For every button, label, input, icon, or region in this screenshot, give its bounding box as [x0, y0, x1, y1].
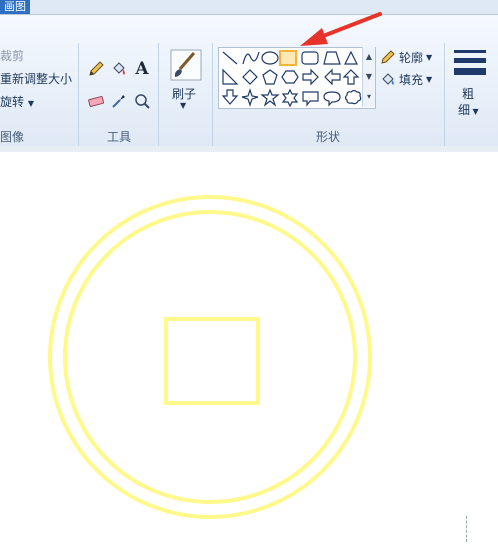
shapes-gallery — [218, 47, 376, 109]
fill-bucket-icon — [382, 73, 394, 85]
square — [164, 317, 260, 405]
pencil-icon[interactable] — [86, 59, 106, 79]
image-group-label: 图像 — [0, 130, 25, 144]
chevron-down-icon: ▼ — [426, 74, 433, 84]
five-point-star-shape-icon — [260, 88, 280, 107]
fill-label: 填充 — [399, 72, 424, 87]
shapes-group-label: 形状 — [316, 130, 341, 144]
rectangle-shape-icon — [279, 50, 297, 66]
crop-label: 裁剪 — [0, 49, 25, 63]
rotate-button[interactable]: 旋转 ▼ — [0, 93, 34, 110]
polygon-shape-icon — [323, 51, 341, 65]
drawing-canvas[interactable] — [0, 152, 498, 557]
outer-circle — [48, 195, 372, 519]
size-button[interactable]: 粗 细 ▼ — [450, 47, 490, 117]
tools-group-label: 工具 — [107, 130, 132, 144]
size-label-top: 粗 — [462, 87, 475, 101]
size-label-bottom: 细 ▼ — [458, 103, 479, 117]
app-tab[interactable]: 画图 — [0, 0, 30, 14]
pentagon-shape-icon — [262, 69, 278, 85]
text-icon[interactable]: A — [132, 59, 152, 79]
chevron-down-icon: ▼ — [426, 52, 433, 62]
ribbon: 裁剪 重新调整大小 旋转 ▼ 图像 A 工具 刷子 ▼ ▲ ▼ ▾ 轮廓 ▼ 填… — [0, 15, 498, 155]
outline-icon — [381, 50, 395, 64]
crop-button[interactable]: 裁剪 — [0, 47, 24, 64]
fill-icon[interactable] — [109, 59, 129, 79]
curve-shape-icon — [242, 51, 260, 65]
divider — [78, 43, 79, 155]
line-width-icon — [454, 50, 486, 75]
resize-label: 重新调整大小 — [0, 72, 73, 86]
hexagon-shape-icon — [281, 70, 299, 84]
brush-button[interactable]: 刷子 ▼ — [166, 47, 206, 113]
outline-label: 轮廓 — [399, 50, 424, 65]
arrow-right-shape-icon — [302, 68, 319, 86]
chevron-down-icon: ▼ — [27, 99, 34, 108]
title-bar: 画图 — [0, 0, 498, 15]
brush-label: 刷子 — [172, 87, 197, 101]
brush-icon — [170, 49, 202, 81]
right-triangle-shape-icon — [222, 68, 239, 85]
chevron-down-icon: ▼ — [180, 101, 187, 110]
rounded-rectangle-shape-icon — [301, 51, 319, 65]
triangle-shape-icon — [344, 50, 358, 65]
callout-cloud-shape-icon — [344, 89, 362, 105]
four-point-star-shape-icon — [241, 88, 259, 107]
rotate-label: 旋转 — [0, 95, 25, 109]
line-shape-icon — [222, 51, 238, 65]
scroll-down-icon[interactable]: ▼ — [363, 67, 375, 87]
expand-gallery-icon[interactable]: ▾ — [363, 87, 375, 107]
eraser-icon[interactable] — [86, 91, 106, 111]
inner-circle — [63, 210, 357, 504]
scroll-up-icon[interactable]: ▲ — [363, 47, 375, 67]
outline-button[interactable]: 轮廓 ▼ — [380, 48, 432, 66]
color-picker-icon[interactable] — [109, 91, 129, 111]
canvas-resize-handle[interactable] — [466, 516, 468, 542]
magnifier-icon[interactable] — [132, 91, 152, 111]
arrow-down-shape-icon — [221, 89, 239, 105]
oval-shape-icon — [261, 51, 279, 65]
divider — [212, 43, 213, 155]
six-point-star-shape-icon — [281, 88, 299, 108]
divider — [444, 43, 445, 155]
fill-button[interactable]: 填充 ▼ — [380, 70, 432, 88]
callout-rect-shape-icon — [302, 91, 319, 107]
arrow-left-shape-icon — [324, 68, 341, 86]
shapes-scroll: ▲ ▼ ▾ — [362, 47, 375, 107]
callout-oval-shape-icon — [323, 91, 341, 107]
shapes-grid — [221, 50, 362, 108]
resize-button[interactable]: 重新调整大小 — [0, 70, 72, 87]
diamond-shape-icon — [242, 69, 258, 85]
arrow-up-shape-icon — [342, 69, 360, 85]
drawing — [48, 195, 372, 519]
divider — [158, 43, 159, 155]
